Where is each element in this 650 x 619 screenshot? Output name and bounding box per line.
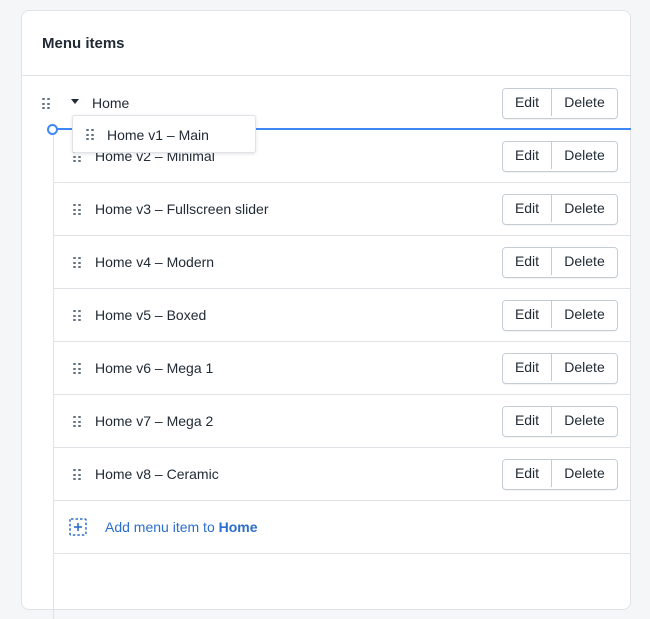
drag-handle-icon[interactable] xyxy=(86,129,94,141)
menu-item-child: Home v4 – Modern Edit Delete xyxy=(53,236,630,289)
menu-item-label: Home v6 – Mega 1 xyxy=(95,360,214,376)
drag-handle-icon[interactable] xyxy=(73,310,81,322)
button-group: Edit Delete xyxy=(502,406,618,437)
dragging-menu-item[interactable]: Home v1 – Main xyxy=(72,115,256,153)
edit-button[interactable]: Edit xyxy=(503,142,552,169)
edit-button[interactable]: Edit xyxy=(503,195,552,222)
edit-button[interactable]: Edit xyxy=(503,407,552,434)
caret-down-icon[interactable] xyxy=(71,99,79,104)
menu-item-label: Home xyxy=(92,95,130,111)
delete-button[interactable]: Delete xyxy=(552,354,617,381)
edit-button[interactable]: Edit xyxy=(503,460,552,487)
menu-item-child: Home v6 – Mega 1 Edit Delete xyxy=(53,342,630,395)
delete-button[interactable]: Delete xyxy=(552,301,617,328)
add-link-target: Home xyxy=(218,519,258,535)
menu-item-child: Home v5 – Boxed Edit Delete xyxy=(53,289,630,342)
button-group: Edit Delete xyxy=(502,194,618,225)
add-square-icon xyxy=(69,518,87,536)
menu-item-label: Home v8 – Ceramic xyxy=(95,466,219,482)
menu-item-child: Home v3 – Fullscreen slider Edit Delete xyxy=(53,183,630,236)
edit-button[interactable]: Edit xyxy=(503,301,552,328)
add-menu-item-link[interactable]: Add menu item to Home xyxy=(105,519,258,535)
menu-item-label: Home v4 – Modern xyxy=(95,254,215,270)
drag-handle-icon[interactable] xyxy=(42,98,50,110)
menu-item-child: Home v7 – Mega 2 Edit Delete xyxy=(53,395,630,448)
drag-handle-icon[interactable] xyxy=(73,363,81,375)
delete-button[interactable]: Delete xyxy=(552,460,617,487)
dragging-item-label: Home v1 – Main xyxy=(107,127,209,143)
button-group: Edit Delete xyxy=(502,459,618,490)
edit-button[interactable]: Edit xyxy=(503,89,552,116)
delete-button[interactable]: Delete xyxy=(552,248,617,275)
edit-button[interactable]: Edit xyxy=(503,248,552,275)
menu-items-card: Menu items Home Edit Delete Home v2 – Mi… xyxy=(21,10,631,619)
drag-handle-icon[interactable] xyxy=(73,469,81,481)
menu-item-label: Home v7 – Mega 2 xyxy=(95,413,214,429)
card-title: Menu items xyxy=(42,35,125,52)
drag-handle-icon[interactable] xyxy=(73,257,81,269)
drag-handle-icon[interactable] xyxy=(73,416,81,428)
drag-handle-icon[interactable] xyxy=(73,204,81,216)
menu-item-label: Home v3 – Fullscreen slider xyxy=(95,201,269,217)
button-group: Edit Delete xyxy=(502,353,618,384)
button-group: Edit Delete xyxy=(502,141,618,172)
delete-button[interactable]: Delete xyxy=(552,142,617,169)
add-link-prefix: Add menu item to xyxy=(105,519,219,535)
delete-button[interactable]: Delete xyxy=(552,407,617,434)
delete-button[interactable]: Delete xyxy=(552,89,617,116)
button-group: Edit Delete xyxy=(502,88,618,119)
edit-button[interactable]: Edit xyxy=(503,354,552,381)
delete-button[interactable]: Delete xyxy=(552,195,617,222)
menu-item-label: Home v5 – Boxed xyxy=(95,307,207,323)
menu-item-child: Home v8 – Ceramic Edit Delete xyxy=(53,448,630,501)
button-group: Edit Delete xyxy=(502,300,618,331)
drop-indicator-dot xyxy=(47,124,58,135)
add-menu-item-row[interactable]: Add menu item to Home xyxy=(53,501,630,554)
button-group: Edit Delete xyxy=(502,247,618,278)
